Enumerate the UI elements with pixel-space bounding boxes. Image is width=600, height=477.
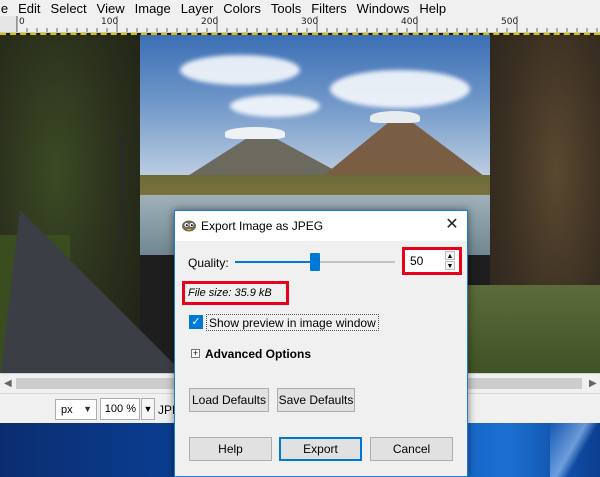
ruler-label: 400	[401, 17, 419, 27]
scroll-right-icon[interactable]: ▶	[589, 378, 597, 389]
canvas-road	[0, 210, 190, 373]
cancel-button[interactable]: Cancel	[370, 437, 453, 461]
gimp-icon	[182, 220, 196, 232]
ruler-label: 100	[101, 17, 119, 27]
quality-label: Quality:	[188, 256, 229, 270]
quality-slider-fill	[235, 261, 315, 263]
canvas-snowcap	[370, 111, 420, 123]
ruler-label: 0	[19, 17, 25, 27]
menu-colors[interactable]: Colors	[218, 1, 266, 16]
unit-value: px	[61, 403, 73, 416]
file-size-label: File size: 35.9 kB	[188, 287, 272, 299]
advanced-options-label[interactable]: Advanced Options	[205, 347, 311, 361]
ruler-label: 200	[201, 17, 219, 27]
spin-down-icon[interactable]: ▼	[445, 261, 455, 270]
checkmark-icon: ✓	[191, 316, 201, 328]
canvas-grass	[450, 285, 600, 373]
save-defaults-button[interactable]: Save Defaults	[277, 388, 355, 412]
menu-help[interactable]: Help	[414, 1, 451, 16]
menu-filters[interactable]: Filters	[306, 1, 351, 16]
menu-image[interactable]: Image	[130, 1, 176, 16]
close-icon[interactable]: ✕	[443, 216, 461, 234]
ruler-label: 500	[501, 17, 519, 27]
quality-slider-handle[interactable]	[310, 253, 320, 271]
menu-select[interactable]: Select	[46, 1, 92, 16]
quality-spin-input[interactable]	[407, 251, 437, 270]
show-preview-label[interactable]: Show preview in image window	[206, 314, 379, 331]
dialog-titlebar[interactable]: Export Image as JPEG ✕	[175, 211, 467, 241]
zoom-field[interactable]: 100 %	[100, 398, 140, 420]
canvas-cloud	[180, 55, 300, 85]
export-button[interactable]: Export	[279, 437, 362, 461]
windows-wallpaper-glow	[550, 423, 600, 477]
menu-windows[interactable]: Windows	[352, 1, 415, 16]
menu-view[interactable]: View	[92, 1, 130, 16]
ruler-label: 300	[301, 17, 319, 27]
show-preview-checkbox[interactable]: ✓	[189, 315, 203, 329]
scroll-left-icon[interactable]: ◀	[4, 378, 12, 389]
menu-layer[interactable]: Layer	[176, 1, 219, 16]
chevron-down-icon: ▼	[83, 404, 92, 414]
canvas-snowcap	[225, 127, 285, 139]
menu-file[interactable]: le	[0, 1, 13, 16]
dialog-title: Export Image as JPEG	[201, 219, 324, 233]
canvas-cloud	[330, 70, 470, 108]
spin-up-icon[interactable]: ▲	[445, 251, 455, 260]
advanced-options-expander[interactable]: +	[191, 349, 200, 358]
menu-tools[interactable]: Tools	[266, 1, 306, 16]
menu-edit[interactable]: Edit	[13, 1, 45, 16]
export-jpeg-dialog: Export Image as JPEG ✕ Quality: ▲ ▼ File…	[174, 210, 468, 477]
horizontal-ruler[interactable]: 0 100 200 300 400 500	[0, 16, 600, 33]
zoom-dropdown-icon[interactable]: ▼	[141, 398, 155, 420]
canvas-lamppost	[120, 135, 123, 245]
menubar: le Edit Select View Image Layer Colors T…	[0, 0, 600, 16]
load-defaults-button[interactable]: Load Defaults	[189, 388, 269, 412]
help-button[interactable]: Help	[189, 437, 272, 461]
unit-select[interactable]: px ▼	[55, 399, 97, 420]
